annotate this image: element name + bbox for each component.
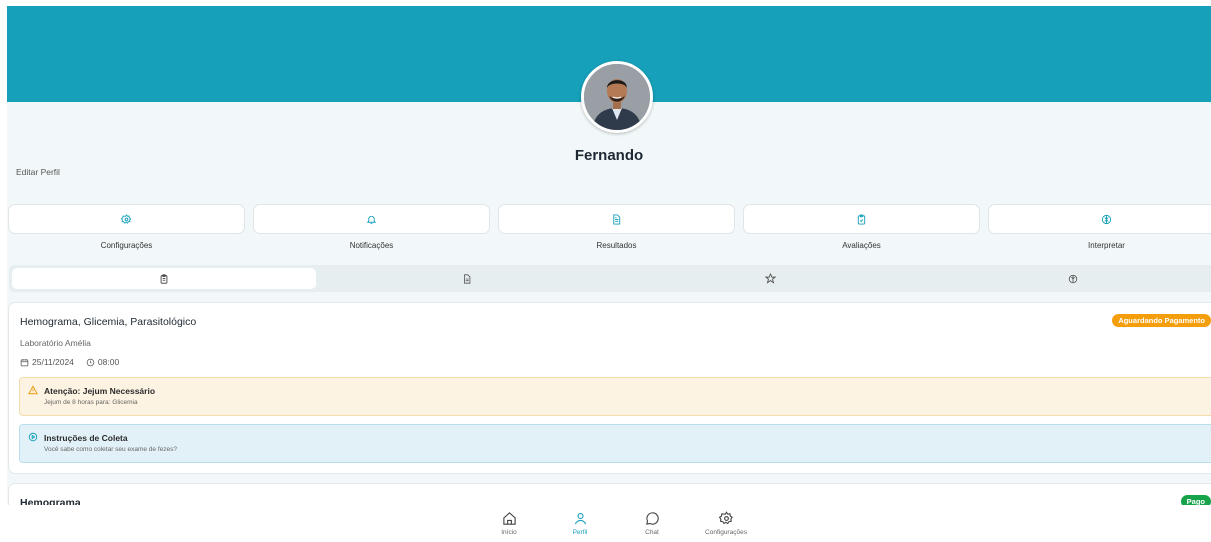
exam-card[interactable]: Hemograma Pago: [8, 483, 1211, 505]
document-icon: [613, 213, 621, 225]
edit-profile-link[interactable]: Editar Perfil: [16, 167, 60, 177]
lab-name: Laboratório Amélia: [20, 338, 91, 348]
bell-icon: [366, 215, 377, 224]
quick-action-label: Notificações: [349, 241, 394, 250]
interpret-button[interactable]: [988, 204, 1211, 234]
quick-action-label: Resultados: [596, 241, 637, 250]
nav-label: Início: [501, 529, 517, 536]
results-button[interactable]: [498, 204, 735, 234]
quick-action-label: Interpretar: [1088, 241, 1125, 250]
nav-item-profile[interactable]: Perfil: [550, 511, 610, 536]
quick-action-evaluations[interactable]: Avaliações: [743, 204, 980, 250]
instructions-title: Instruções de Coleta: [44, 433, 128, 443]
nav-label: Perfil: [572, 529, 588, 536]
quick-action-results[interactable]: Resultados: [498, 204, 735, 250]
quick-action-notifications[interactable]: Notificações: [253, 204, 490, 250]
instructions-text: Você sabe como coletar seu exame de feze…: [44, 446, 177, 453]
user-icon: [574, 512, 586, 525]
clipboard-check-icon: [857, 213, 866, 225]
star-icon: [764, 273, 776, 284]
gear-icon: [718, 511, 733, 525]
profile-tabs: [9, 265, 1211, 292]
brain-icon: [1068, 274, 1078, 283]
profile-name: Fernando: [574, 147, 644, 164]
exam-datetime: 25/11/2024 08:00: [20, 357, 119, 367]
notifications-button[interactable]: [253, 204, 490, 234]
play-circle-icon: [28, 432, 38, 442]
exam-title: Hemograma: [20, 497, 81, 505]
settings-button[interactable]: [8, 204, 245, 234]
status-badge: Pago: [1180, 495, 1211, 505]
clipboard-icon: [160, 273, 168, 284]
quick-action-label: Configurações: [100, 241, 153, 250]
nav-item-home[interactable]: Início: [479, 511, 539, 536]
calendar-icon: [20, 358, 29, 366]
profile-page: Fernando Editar Perfil Configurações Not…: [7, 6, 1211, 505]
home-icon: [502, 512, 516, 525]
tab-interpret[interactable]: [921, 268, 1211, 289]
exam-card[interactable]: Hemograma, Glicemia, Parasitológico Agua…: [8, 302, 1211, 474]
evaluations-button[interactable]: [743, 204, 980, 234]
alert-text: Jejum de 8 horas para: Glicemia: [44, 399, 138, 406]
nav-item-settings[interactable]: Configurações: [696, 511, 756, 536]
nav-label: Chat: [645, 529, 659, 536]
tab-exams[interactable]: [12, 268, 316, 289]
chat-icon: [645, 512, 659, 525]
warning-icon: [28, 385, 38, 395]
quick-action-settings[interactable]: Configurações: [8, 204, 245, 250]
nav-item-chat[interactable]: Chat: [622, 511, 682, 536]
status-badge: Aguardando Pagamento: [1112, 314, 1211, 327]
gear-icon: [121, 213, 132, 224]
tab-results[interactable]: [315, 268, 619, 289]
tab-evaluations[interactable]: [618, 268, 922, 289]
fasting-alert: Atenção: Jejum Necessário Jejum de 8 hor…: [19, 377, 1211, 416]
exam-time: 08:00: [97, 357, 120, 367]
brain-icon: [1101, 214, 1112, 224]
quick-action-label: Avaliações: [842, 241, 881, 250]
alert-title: Atenção: Jejum Necessário: [44, 386, 156, 396]
bottom-nav: Início Perfil Chat Configurações: [0, 505, 1211, 542]
clock-icon: [86, 358, 95, 366]
quick-action-interpret[interactable]: Interpretar: [988, 204, 1211, 250]
document-icon: [464, 273, 471, 284]
avatar[interactable]: [581, 61, 653, 133]
exam-date: 25/11/2024: [32, 357, 74, 367]
exam-title: Hemograma, Glicemia, Parasitológico: [20, 316, 197, 328]
nav-label: Configurações: [705, 529, 747, 536]
collection-instructions[interactable]: Instruções de Coleta Você sabe como cole…: [19, 424, 1211, 463]
